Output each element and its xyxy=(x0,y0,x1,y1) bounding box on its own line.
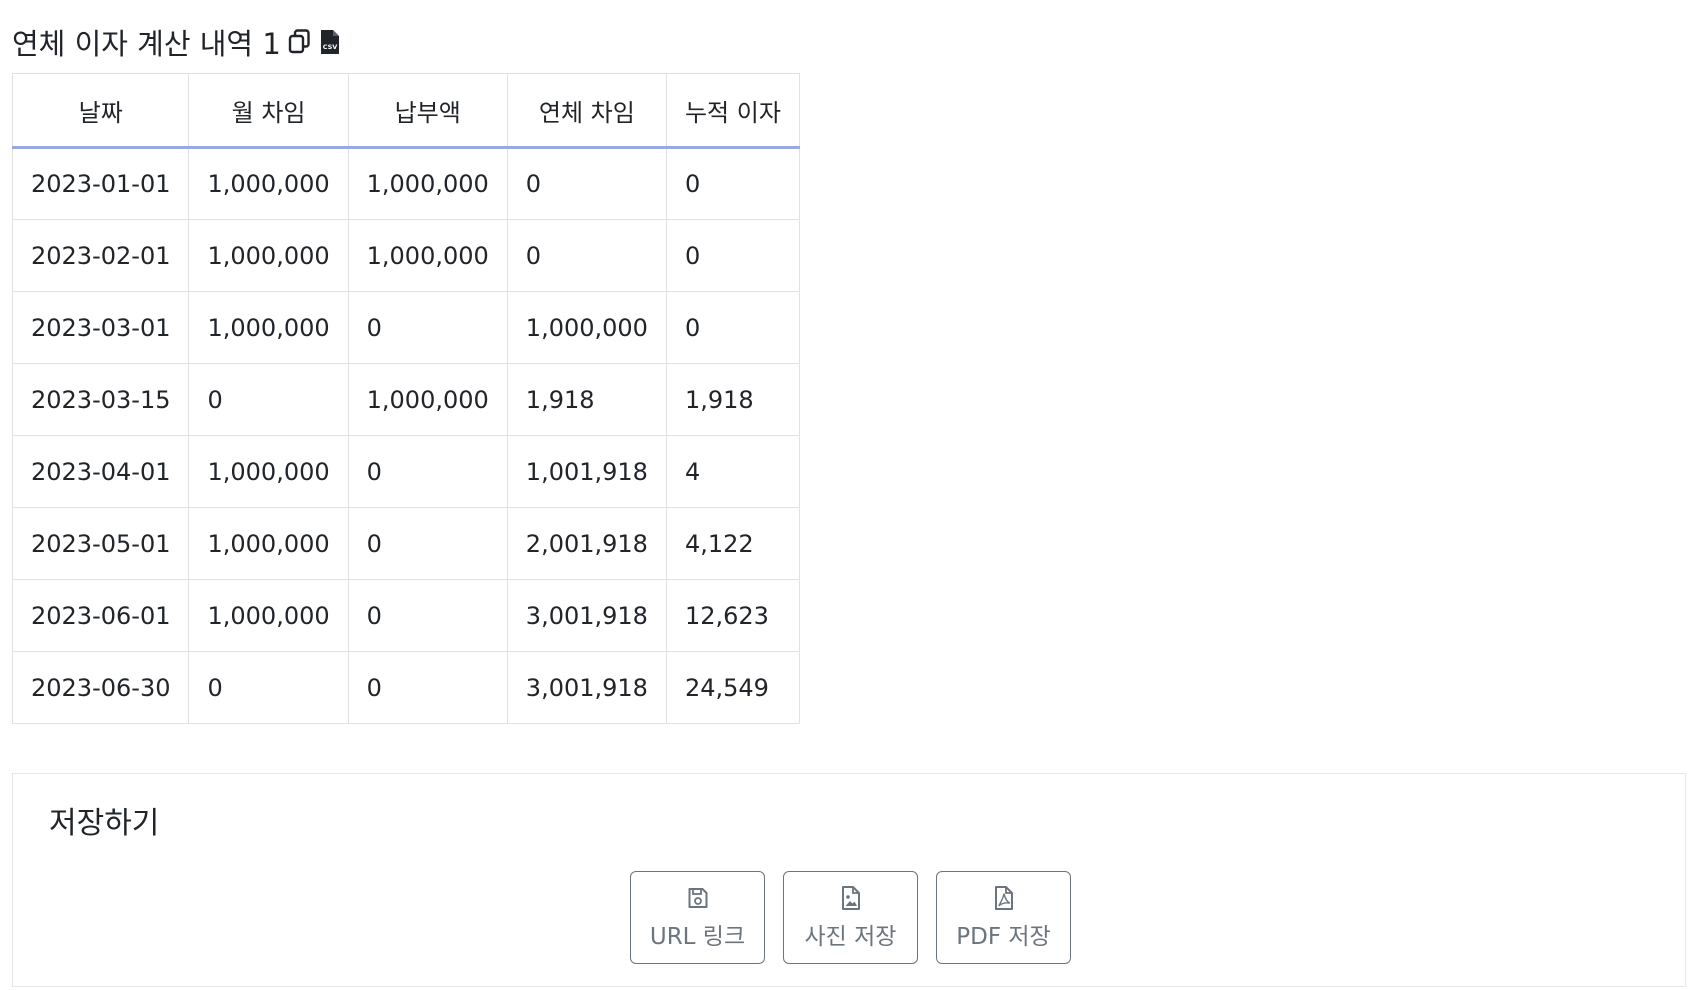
pdf-save-button[interactable]: PDF 저장 xyxy=(936,871,1071,964)
cell-payment: 0 xyxy=(347,435,508,508)
cell-accumulated-interest: 0 xyxy=(665,147,800,220)
cell-date: 2023-03-01 xyxy=(11,291,190,364)
cell-date: 2023-03-15 xyxy=(11,363,190,436)
cell-overdue-rent: 2,001,918 xyxy=(506,507,667,580)
cell-accumulated-interest: 4 xyxy=(665,435,800,508)
cell-date: 2023-06-30 xyxy=(11,651,190,724)
url-link-button[interactable]: URL 링크 xyxy=(630,871,765,964)
cell-monthly-rent: 1,000,000 xyxy=(188,435,349,508)
cell-accumulated-interest: 4,122 xyxy=(665,507,800,580)
cell-monthly-rent: 1,000,000 xyxy=(188,507,349,580)
image-file-icon xyxy=(840,885,862,911)
table-row: 2023-05-01 1,000,000 0 2,001,918 4,122 xyxy=(11,507,800,580)
image-save-button[interactable]: 사진 저장 xyxy=(783,871,918,964)
table-row: 2023-06-30 0 0 3,001,918 24,549 xyxy=(11,651,800,724)
floppy-disk-icon xyxy=(687,885,709,911)
table-row: 2023-02-01 1,000,000 1,000,000 0 0 xyxy=(11,219,800,292)
cell-payment: 0 xyxy=(347,579,508,652)
column-header-overdue-rent: 연체 차임 xyxy=(506,73,667,149)
cell-accumulated-interest: 0 xyxy=(665,291,800,364)
pdf-file-icon xyxy=(993,885,1015,911)
cell-overdue-rent: 0 xyxy=(506,219,667,292)
copy-icon[interactable] xyxy=(287,28,313,56)
image-save-button-label: 사진 저장 xyxy=(804,923,897,950)
column-header-monthly-rent: 월 차임 xyxy=(188,73,349,149)
cell-accumulated-interest: 12,623 xyxy=(665,579,800,652)
table-row: 2023-04-01 1,000,000 0 1,001,918 4 xyxy=(11,435,800,508)
cell-overdue-rent: 3,001,918 xyxy=(506,579,667,652)
table-row: 2023-03-01 1,000,000 0 1,000,000 0 xyxy=(11,291,800,364)
column-header-date: 날짜 xyxy=(11,73,190,149)
table-row: 2023-01-01 1,000,000 1,000,000 0 0 xyxy=(11,147,800,220)
title-row: 연체 이자 계산 내역 1 CSV xyxy=(12,20,341,64)
cell-monthly-rent: 0 xyxy=(188,651,349,724)
page-title: 연체 이자 계산 내역 1 xyxy=(12,27,281,61)
table-row: 2023-06-01 1,000,000 0 3,001,918 12,623 xyxy=(11,579,800,652)
cell-date: 2023-06-01 xyxy=(11,579,190,652)
cell-monthly-rent: 1,000,000 xyxy=(188,219,349,292)
cell-payment: 0 xyxy=(347,507,508,580)
save-section-title: 저장하기 xyxy=(49,806,160,841)
column-header-payment: 납부액 xyxy=(347,73,508,149)
svg-text:CSV: CSV xyxy=(322,43,337,51)
cell-overdue-rent: 1,000,000 xyxy=(506,291,667,364)
save-panel: 저장하기 URL 링크 사진 저장 PDF 저장 xyxy=(12,773,1686,987)
history-table: 날짜 월 차임 납부액 연체 차임 누적 이자 2023-01-01 1,000… xyxy=(11,73,800,724)
table-header-row: 날짜 월 차임 납부액 연체 차임 누적 이자 xyxy=(11,73,800,149)
cell-overdue-rent: 3,001,918 xyxy=(506,651,667,724)
cell-monthly-rent: 1,000,000 xyxy=(188,579,349,652)
save-button-group: URL 링크 사진 저장 PDF 저장 xyxy=(630,871,1071,964)
cell-overdue-rent: 0 xyxy=(506,147,667,220)
table-row: 2023-03-15 0 1,000,000 1,918 1,918 xyxy=(11,363,800,436)
cell-payment: 0 xyxy=(347,651,508,724)
cell-accumulated-interest: 24,549 xyxy=(665,651,800,724)
cell-date: 2023-04-01 xyxy=(11,435,190,508)
cell-monthly-rent: 1,000,000 xyxy=(188,147,349,220)
cell-payment: 1,000,000 xyxy=(347,219,508,292)
cell-monthly-rent: 0 xyxy=(188,363,349,436)
cell-payment: 1,000,000 xyxy=(347,147,508,220)
cell-payment: 1,000,000 xyxy=(347,363,508,436)
history-table-container: 날짜 월 차임 납부액 연체 차임 누적 이자 2023-01-01 1,000… xyxy=(11,73,800,724)
cell-monthly-rent: 1,000,000 xyxy=(188,291,349,364)
column-header-accumulated-interest: 누적 이자 xyxy=(665,73,800,149)
cell-accumulated-interest: 1,918 xyxy=(665,363,800,436)
cell-overdue-rent: 1,918 xyxy=(506,363,667,436)
url-link-button-label: URL 링크 xyxy=(649,923,746,950)
cell-accumulated-interest: 0 xyxy=(665,219,800,292)
cell-overdue-rent: 1,001,918 xyxy=(506,435,667,508)
csv-file-icon[interactable]: CSV xyxy=(319,28,341,56)
cell-date: 2023-05-01 xyxy=(11,507,190,580)
pdf-save-button-label: PDF 저장 xyxy=(956,923,1051,950)
cell-date: 2023-02-01 xyxy=(11,219,190,292)
cell-date: 2023-01-01 xyxy=(11,147,190,220)
cell-payment: 0 xyxy=(347,291,508,364)
